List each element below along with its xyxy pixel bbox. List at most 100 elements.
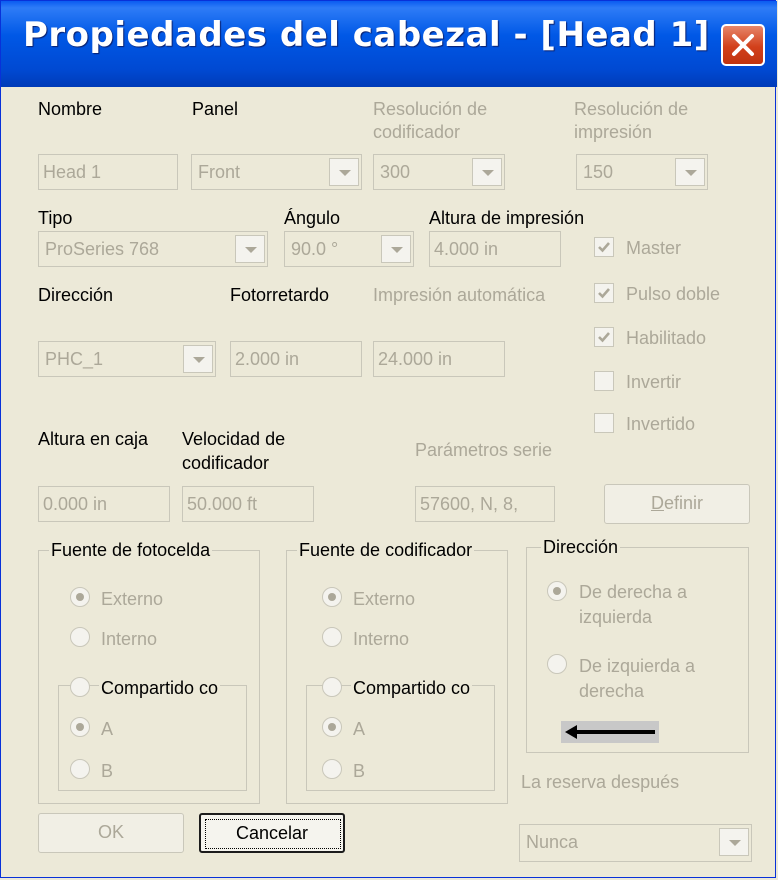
codificador-b-label: B [353, 761, 366, 781]
fotorretardo-field[interactable]: 2.000 in [230, 341, 362, 377]
res-impresion-label-1: Resolución de [574, 99, 689, 119]
title-bar[interactable]: Propiedades del cabezal - [Head 1] [1, 1, 777, 87]
fotocelda-compartido-label: Compartido co [99, 677, 221, 699]
ok-button[interactable]: OK [38, 813, 184, 853]
reserva-select[interactable]: Nunca [519, 824, 752, 862]
izquierda-derecha-label-1: De izquierda a [579, 656, 696, 676]
panel-label: Panel [192, 99, 239, 119]
check-icon [598, 288, 610, 299]
nombre-field[interactable]: Head 1 [38, 154, 178, 190]
check-icon [598, 242, 610, 253]
check-icon [598, 332, 610, 343]
pulso-doble-checkbox[interactable] [594, 283, 614, 303]
fotocelda-group-title: Fuente de fotocelda [49, 539, 213, 561]
angulo-label: Ángulo [284, 208, 341, 228]
codificador-interno-label: Interno [353, 629, 410, 649]
fotocelda-b-label: B [101, 761, 114, 781]
derecha-izquierda-label-2: izquierda [579, 607, 653, 627]
codificador-a-radio[interactable] [322, 717, 342, 737]
res-impresion-value: 150 [583, 162, 614, 182]
fotocelda-externo-radio[interactable] [70, 587, 90, 607]
res-codificador-value: 300 [380, 162, 411, 182]
invertido-checkbox[interactable] [594, 413, 614, 433]
tipo-value: ProSeries 768 [45, 239, 160, 259]
panel-value: Front [198, 162, 241, 182]
habilitado-checkbox[interactable] [594, 327, 614, 347]
definir-label: efinir [663, 493, 703, 513]
altura-impresion-field[interactable]: 4.000 in [429, 231, 561, 267]
fotocelda-externo-label: Externo [101, 589, 164, 609]
fotocelda-interno-radio[interactable] [70, 627, 90, 647]
altura-impresion-label: Altura de impresión [429, 208, 585, 228]
impresion-automatica-label: Impresión automática [373, 285, 546, 305]
chevron-down-icon[interactable] [329, 158, 359, 186]
res-codificador-select[interactable]: 300 [373, 154, 505, 190]
reserva-label: La reserva después [521, 772, 680, 792]
angulo-value: 90.0 ° [291, 239, 339, 259]
res-impresion-label-2: impresión [574, 122, 653, 142]
res-codificador-label-2: codificador [373, 122, 461, 142]
parametros-serie-field[interactable]: 57600, N, 8, [415, 486, 555, 522]
fotocelda-b-radio[interactable] [70, 759, 90, 779]
codificador-interno-radio[interactable] [322, 627, 342, 647]
focus-rectangle [205, 819, 341, 849]
codificador-externo-radio[interactable] [322, 587, 342, 607]
codificador-compartido-label: Compartido co [351, 677, 473, 699]
codificador-externo-label: Externo [353, 589, 416, 609]
panel-select[interactable]: Front [191, 154, 362, 190]
chevron-down-icon[interactable] [381, 235, 411, 263]
parametros-serie-label: Parámetros serie [415, 440, 553, 460]
derecha-izquierda-label-1: De derecha a [579, 582, 688, 602]
fotocelda-a-radio[interactable] [70, 717, 90, 737]
chevron-down-icon[interactable] [472, 158, 502, 186]
fotocelda-interno-label: Interno [101, 629, 158, 649]
izquierda-derecha-radio[interactable] [547, 654, 567, 674]
master-label: Master [626, 238, 682, 258]
nombre-label: Nombre [38, 99, 103, 119]
velocidad-field[interactable]: 50.000 ft [182, 486, 314, 522]
fotocelda-a-label: A [101, 719, 114, 739]
direction-arrow-panel [561, 721, 659, 743]
habilitado-label: Habilitado [626, 328, 707, 348]
chevron-down-icon[interactable] [235, 235, 265, 263]
chevron-down-icon[interactable] [719, 828, 749, 856]
altura-caja-field[interactable]: 0.000 in [38, 486, 170, 522]
res-impresion-select[interactable]: 150 [576, 154, 708, 190]
close-button[interactable] [721, 24, 765, 66]
derecha-izquierda-radio[interactable] [547, 581, 567, 601]
chevron-down-icon[interactable] [675, 158, 705, 186]
codificador-compartido-radio[interactable] [322, 677, 342, 697]
chevron-down-icon[interactable] [183, 345, 213, 373]
arrow-left-icon [565, 725, 655, 739]
reserva-value: Nunca [526, 832, 579, 852]
angulo-select[interactable]: 90.0 ° [284, 231, 414, 267]
tipo-select[interactable]: ProSeries 768 [38, 231, 268, 267]
invertir-checkbox[interactable] [594, 371, 614, 391]
tipo-label: Tipo [38, 208, 73, 228]
izquierda-derecha-label-2: derecha [579, 681, 645, 701]
definir-button[interactable]: Definir [604, 484, 750, 524]
cancelar-button[interactable]: Cancelar [199, 813, 345, 853]
codificador-a-label: A [353, 719, 366, 739]
dialog-window: Propiedades del cabezal - [Head 1] Nombr… [0, 0, 777, 878]
velocidad-label-2: codificador [182, 453, 270, 473]
direccion-label: Dirección [38, 285, 114, 305]
res-codificador-label-1: Resolución de [373, 99, 488, 119]
direccion-select[interactable]: PHC_1 [38, 341, 216, 377]
velocidad-label-1: Velocidad de [182, 429, 286, 449]
codificador-group-title: Fuente de codificador [297, 539, 475, 561]
direccion-group-title: Dirección [541, 536, 621, 558]
altura-caja-label: Altura en caja [38, 429, 149, 449]
master-checkbox[interactable] [594, 237, 614, 257]
impresion-automatica-field[interactable]: 24.000 in [373, 341, 505, 377]
direccion-value: PHC_1 [45, 349, 104, 369]
definir-accesskey: D [650, 493, 664, 513]
invertido-label: Invertido [626, 414, 696, 434]
window-title: Propiedades del cabezal - [Head 1] [23, 15, 710, 55]
codificador-b-radio[interactable] [322, 759, 342, 779]
close-icon [732, 34, 754, 56]
fotorretardo-label: Fotorretardo [230, 285, 330, 305]
fotocelda-compartido-radio[interactable] [70, 677, 90, 697]
invertir-label: Invertir [626, 372, 682, 392]
pulso-doble-label: Pulso doble [626, 284, 721, 304]
